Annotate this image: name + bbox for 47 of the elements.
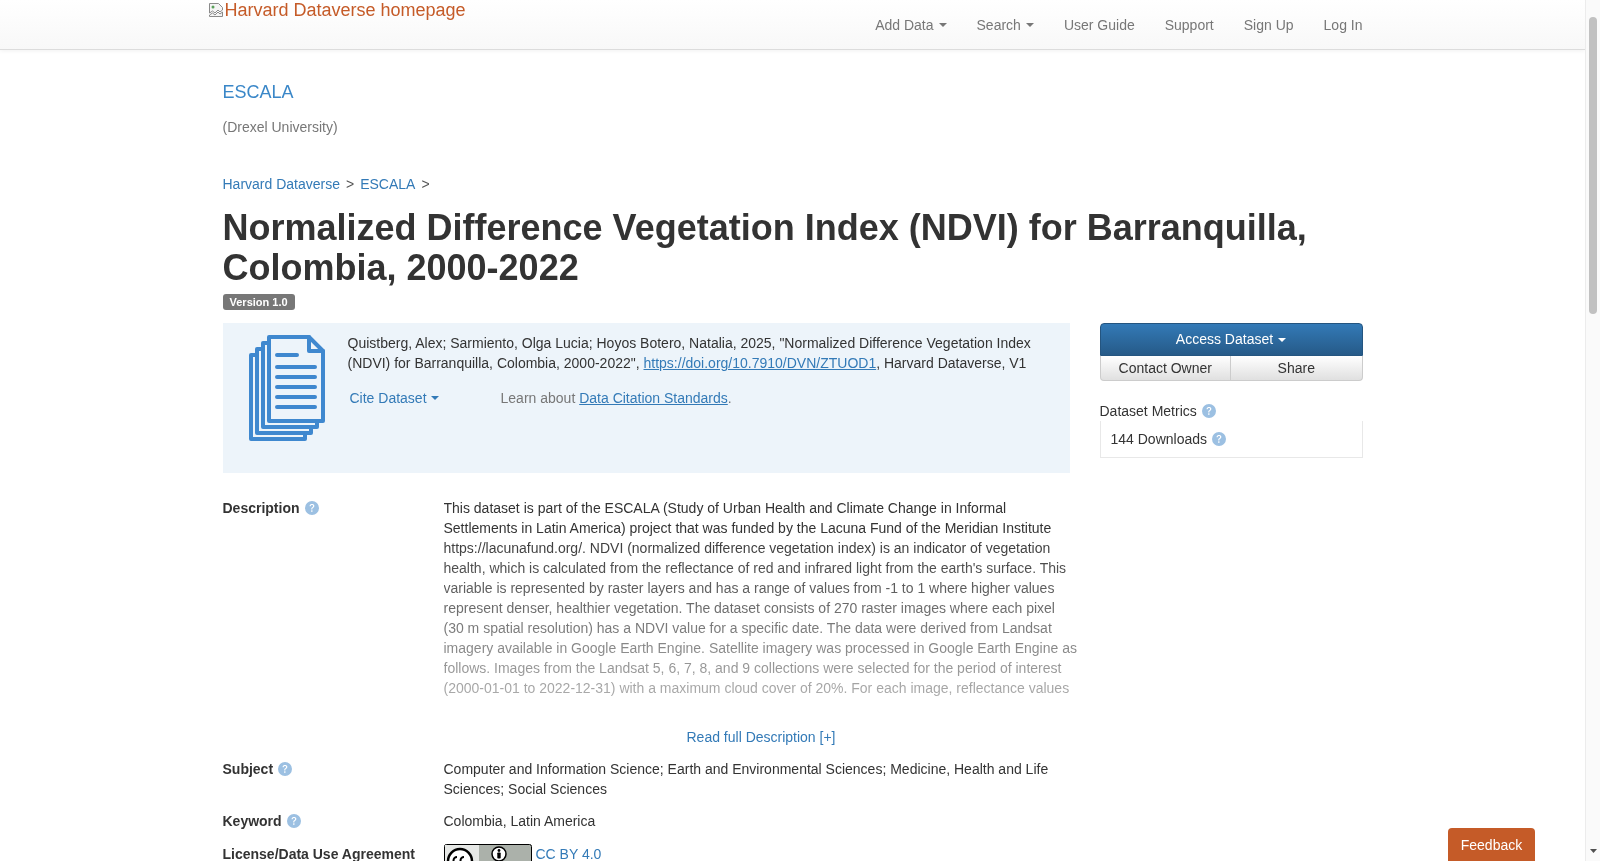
- help-icon[interactable]: [1212, 432, 1226, 447]
- dataset-title: Normalized Difference Vegetation Index (NDVI) for Barranquilla, Colombia, 2000-2022: [222, 208, 1308, 288]
- help-icon[interactable]: [1201, 404, 1216, 419]
- read-full-description-link[interactable]: Read full Description [+]: [686, 727, 836, 748]
- scroll-down-icon[interactable]: [1589, 849, 1597, 853]
- dataverse-name-link[interactable]: ESCALA: [222, 82, 294, 102]
- field-value: Colombia, Latin America: [443, 812, 597, 832]
- license-link[interactable]: CC BY 4.0: [535, 847, 602, 861]
- cite-dataset-dropdown[interactable]: Cite Dataset: [349, 388, 439, 409]
- feedback-button[interactable]: Feedback: [1448, 828, 1535, 861]
- description-text: This dataset is part of the ESCALA (Study of Urban Health and Climate Change in Informal Settlements in Latin America) project that was funded by the Lacuna Fund of the Meridian Institute https://lacunafund.org/. NDVI (normalized difference vegetation index) is an indicator of vegetation health, which is calculated from the reflectance of red and infrared light from the earth's surface. This variable is represented by raster layers and has a range of values from -1 to 1 where higher values represent denser, healthier vegetation. The dataset consists of 270 raster images where each pixel (30 m spatial resolution) has a NDVI value for a specific date. The data were derived from Landsat imagery available in Google Earth Engine. Satellite imagery was processed in Google Earth Engine as follows. Images from the Landsat 5, 6, 7, 8, and 9 collections were selected for the period of interest (2000-01-01 to 2022-12-31) with a maximum cloud cover of 20%. For each image, reflectance values: [443, 499, 1078, 699]
- citation-standards-link[interactable]: Data Citation Standards: [579, 390, 728, 407]
- help-icon[interactable]: [304, 501, 319, 516]
- dataverse-affiliation: (Drexel University): [222, 118, 338, 137]
- scrollbar-thumb[interactable]: [1589, 17, 1597, 314]
- nav-link[interactable]: Log In: [1308, 14, 1378, 35]
- logo-link[interactable]: Harvard Dataverse homepage: [207, 0, 466, 20]
- version-label: Version 1.0: [222, 294, 295, 311]
- nav-link[interactable]: Sign Up: [1228, 14, 1309, 35]
- breadcrumb-link[interactable]: ESCALA: [360, 174, 416, 194]
- caret-icon: [938, 22, 947, 27]
- caret-icon: [1025, 22, 1034, 27]
- document-stack-icon: [248, 335, 325, 442]
- contact-owner-button[interactable]: Contact Owner: [1099, 356, 1231, 382]
- nav-dropdown[interactable]: Add Data: [860, 14, 962, 35]
- access-dataset-button[interactable]: Access Dataset: [1099, 323, 1363, 357]
- field-label: Subject: [222, 760, 274, 780]
- broken-image-icon: [207, 2, 224, 18]
- help-icon[interactable]: [286, 814, 301, 829]
- share-button[interactable]: Share: [1231, 356, 1363, 382]
- metrics-title: Dataset Metrics: [1099, 402, 1197, 422]
- nav-dropdown[interactable]: Search: [961, 14, 1049, 35]
- scrollbar[interactable]: [1585, 0, 1600, 861]
- breadcrumb-link[interactable]: Harvard Dataverse: [222, 174, 340, 194]
- field-value: Computer and Information Science; Earth and Environmental Sciences; Medicine, Health and Life Sciences; Social Sciences: [443, 760, 1050, 800]
- citation-standards-note: Learn about Data Citation Standards.: [500, 389, 732, 409]
- caret-icon: [1278, 337, 1287, 342]
- breadcrumb-separator: >: [346, 175, 355, 194]
- breadcrumb-separator: >: [421, 175, 430, 194]
- help-icon[interactable]: [278, 762, 293, 777]
- caret-icon: [430, 396, 439, 401]
- citation-text: Quistberg, Alex; Sarmiento, Olga Lucia; Hoyos Botero, Natalia, 2025, "Normalized Difference Vegetation Index (NDVI) for Barranquilla, Colombia, 2000-2022", https://doi.org/10.7910/DVN/ZTUOD1, Harvard Dataverse, V1: [347, 334, 1032, 374]
- nav-link[interactable]: Support: [1149, 14, 1229, 35]
- field-label: Description: [222, 499, 300, 519]
- nav-link[interactable]: User Guide: [1048, 14, 1150, 35]
- field-label: Keyword: [222, 812, 282, 832]
- downloads-count: 144 Downloads: [1110, 430, 1207, 450]
